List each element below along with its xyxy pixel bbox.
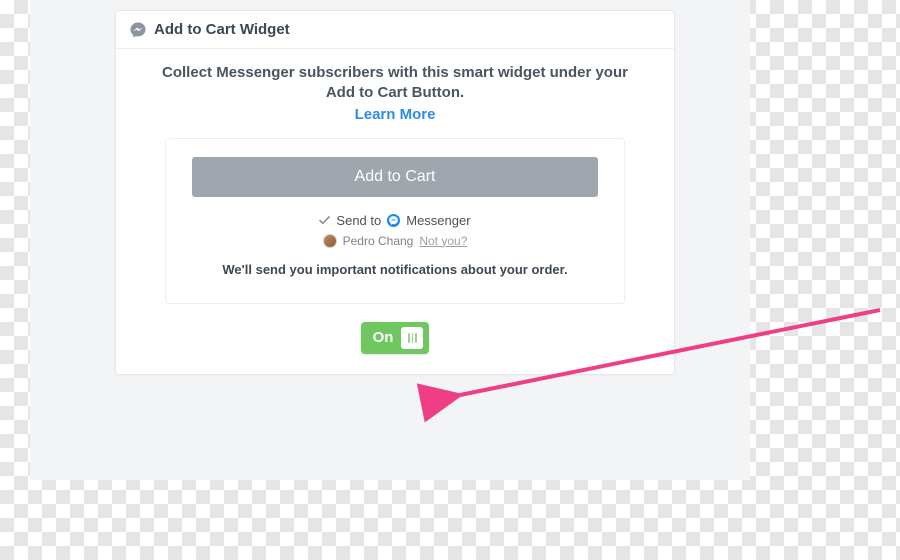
card-title: Add to Cart Widget bbox=[154, 21, 290, 38]
widget-preview: Add to Cart Send to Messenger Pedro bbox=[165, 138, 625, 304]
toggle-row: On bbox=[136, 322, 654, 354]
learn-more-link[interactable]: Learn More bbox=[355, 106, 436, 123]
user-identity-row: Pedro Chang Not you? bbox=[192, 234, 598, 248]
widget-enable-toggle[interactable]: On bbox=[361, 322, 430, 354]
messenger-icon bbox=[387, 214, 400, 227]
toggle-handle-icon bbox=[401, 327, 423, 349]
send-to-label: Send to bbox=[336, 213, 381, 228]
checkmark-icon bbox=[319, 215, 330, 226]
not-you-link[interactable]: Not you? bbox=[419, 234, 467, 248]
add-to-cart-button[interactable]: Add to Cart bbox=[192, 157, 598, 197]
user-name: Pedro Chang bbox=[343, 234, 414, 248]
messenger-icon bbox=[130, 22, 146, 38]
send-to-messenger-row: Send to Messenger bbox=[192, 213, 598, 228]
messenger-label: Messenger bbox=[406, 213, 470, 228]
avatar bbox=[323, 234, 337, 248]
toggle-label: On bbox=[373, 329, 394, 346]
card-description: Collect Messenger subscribers with this … bbox=[155, 63, 635, 104]
notification-text: We'll send you important notifications a… bbox=[192, 262, 598, 277]
card-header: Add to Cart Widget bbox=[116, 11, 674, 49]
add-to-cart-widget-card: Add to Cart Widget Collect Messenger sub… bbox=[115, 10, 675, 375]
card-body: Collect Messenger subscribers with this … bbox=[116, 49, 674, 374]
